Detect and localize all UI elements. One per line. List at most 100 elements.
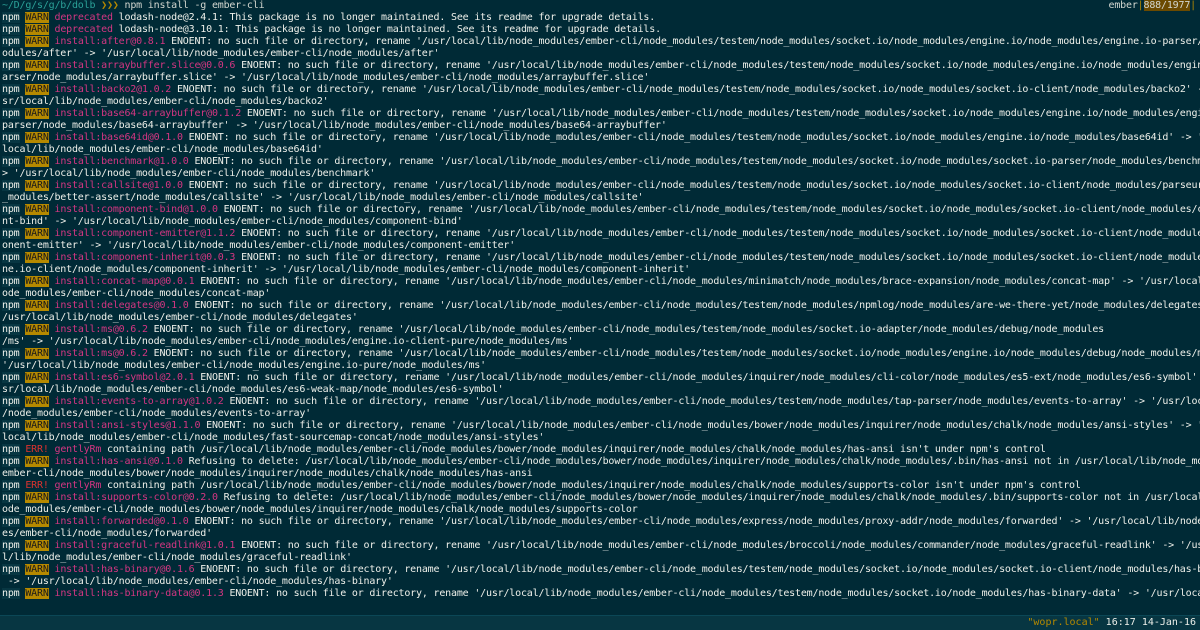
log-line: npm WARN install:ms@0.6.2 ENOENT: no suc… [0,324,1200,336]
warn-tag: WARN [25,36,49,47]
npm-prefix: npm [2,420,20,431]
log-verb: install:base64-arraybuffer@0.1.2 [54,108,242,119]
npm-prefix: npm [2,348,20,359]
npm-prefix: npm [2,84,20,95]
log-line: npm WARN install:base64id@0.1.0 ENOENT: … [0,132,1200,144]
log-verb: install:has-ansi@0.1.0 [54,456,183,467]
log-line: ember-cli/node_modules/bower/node_module… [0,468,1200,480]
log-verb: install:forwarded@0.1.0 [54,516,189,527]
npm-prefix: npm [2,492,20,503]
log-message: ENOENT: no such file or directory, renam… [200,420,1200,431]
warn-tag: WARN [25,348,49,359]
log-line: arser/node_modules/arraybuffer.slice' ->… [0,72,1200,84]
log-line: odules/after' -> '/usr/local/lib/node_mo… [0,48,1200,60]
log-line: npm WARN install:ansi-styles@1.1.0 ENOEN… [0,420,1200,432]
log-line: npm WARN install:benchmark@1.0.0 ENOENT:… [0,156,1200,168]
npm-prefix: npm [2,60,20,71]
log-verb: install:delegates@0.1.0 [54,300,189,311]
warn-tag: WARN [25,564,49,575]
log-message: odules/after' -> '/usr/local/lib/node_mo… [2,48,440,59]
npm-prefix: npm [2,456,20,467]
log-message: ENOENT: no such file or directory, renam… [165,36,1200,47]
warn-tag: WARN [25,252,49,263]
log-message: '/usr/local/lib/node_modules/ember-cli/n… [2,360,486,371]
log-verb: install:has-binary@0.1.6 [54,564,195,575]
npm-prefix: npm [2,252,20,263]
status-host: "wopr.local" [1027,617,1100,628]
log-line: ode_modules/ember-cli/node_modules/conca… [0,288,1200,300]
warn-tag: WARN [25,300,49,311]
log-line: _modules/better-assert/node_modules/call… [0,192,1200,204]
log-message: lodash-node@2.4.1: This package is no lo… [112,12,656,23]
log-verb: install:component-bind@1.0.0 [54,204,218,215]
log-line: npm WARN install:forwarded@0.1.0 ENOENT:… [0,516,1200,528]
npm-prefix: npm [2,396,20,407]
log-verb: install:has-binary-data@0.1.3 [54,588,224,599]
log-line: /ms' -> '/usr/local/lib/node_modules/emb… [0,336,1200,348]
log-verb: install:benchmark@1.0.0 [54,156,189,167]
log-message: ENOENT: no such file or directory, renam… [194,276,1200,287]
log-message: lodash-node@3.10.1: This package is no l… [112,24,661,35]
npm-prefix: npm [2,324,20,335]
warn-tag: WARN [25,372,49,383]
log-verb: install:graceful-readlink@1.0.1 [54,540,236,551]
status-bar: "wopr.local" 16:17 14-Jan-16 [0,615,1200,630]
log-message: l/lib/node_modules/ember-cli/node_module… [2,552,352,563]
log-verb: install:supports-color@0.2.0 [54,492,218,503]
log-line: -> '/usr/local/lib/node_modules/ember-cl… [0,576,1200,588]
log-line: npm WARN install:has-binary@0.1.6 ENOENT… [0,564,1200,576]
output-lines: npm WARN deprecated lodash-node@2.4.1: T… [0,12,1200,600]
npm-prefix: npm [2,372,20,383]
log-line: local/lib/node_modules/ember-cli/node_mo… [0,144,1200,156]
right-prompt-info: ember|888/1977| [1108,0,1196,12]
log-message: ode_modules/ember-cli/node_modules/bower… [2,504,638,515]
warn-tag: WARN [25,396,49,407]
warn-tag: WARN [25,540,49,551]
log-message: ENOENT: no such file or directory, renam… [241,108,1200,119]
warn-tag: WARN [25,204,49,215]
prompt-command: npm install -g ember-cli [124,0,265,11]
log-line: npm WARN install:concat-map@0.0.1 ENOENT… [0,276,1200,288]
npm-prefix: npm [2,36,20,47]
log-line: /usr/local/lib/node_modules/ember-cli/no… [0,312,1200,324]
warn-tag: WARN [25,24,49,35]
npm-prefix: npm [2,204,20,215]
warn-tag: WARN [25,456,49,467]
log-message: ENOENT: no such file or directory, renam… [235,252,1200,263]
warn-tag: WARN [25,516,49,527]
log-message: ENOENT: no such file or directory, renam… [188,516,1200,527]
log-verb: install:events-to-array@1.0.2 [54,396,224,407]
right-prompt-name: ember [1108,0,1138,11]
log-verb: install:ms@0.6.2 [54,324,148,335]
npm-prefix: npm [2,444,20,455]
log-verb: install:component-inherit@0.0.3 [54,252,236,263]
log-line: sr/local/lib/node_modules/ember-cli/node… [0,384,1200,396]
log-message: > '/usr/local/lib/node_modules/ember-cli… [2,168,376,179]
log-message: ENOENT: no such file or directory, renam… [182,180,1200,191]
log-line: npm WARN install:component-emitter@1.1.2… [0,228,1200,240]
log-verb: install:ansi-styles@1.1.0 [54,420,201,431]
log-line: l/lib/node_modules/ember-cli/node_module… [0,552,1200,564]
terminal-output[interactable]: ~/D/g/s/g/b/dolb ❯❯❯ npm install -g embe… [0,0,1200,616]
log-verb: gentlyRm [54,480,102,491]
warn-tag: WARN [25,132,49,143]
npm-prefix: npm [2,228,20,239]
log-line: npm WARN install:graceful-readlink@1.0.1… [0,540,1200,552]
log-line: npm WARN install:events-to-array@1.0.2 E… [0,396,1200,408]
npm-prefix: npm [2,516,20,527]
log-line: es/ember-cli/node_modules/forwarded' [0,528,1200,540]
log-line: npm WARN install:has-binary-data@0.1.3 E… [0,588,1200,600]
warn-tag: WARN [25,492,49,503]
prompt-line: ~/D/g/s/g/b/dolb ❯❯❯ npm install -g embe… [0,0,1200,12]
log-message: ember-cli/node_modules/bower/node_module… [2,468,533,479]
log-verb: deprecated [54,12,114,23]
log-message: ENOENT: no such file or directory, renam… [235,228,1200,239]
log-verb: install:backo2@1.0.2 [54,84,172,95]
npm-prefix: npm [2,300,20,311]
npm-prefix: npm [2,540,20,551]
npm-prefix: npm [2,156,20,167]
warn-tag: WARN [25,60,49,71]
warn-tag: WARN [25,180,49,191]
log-line: npm WARN install:backo2@1.0.2 ENOENT: no… [0,84,1200,96]
log-verb: deprecated [54,24,114,35]
